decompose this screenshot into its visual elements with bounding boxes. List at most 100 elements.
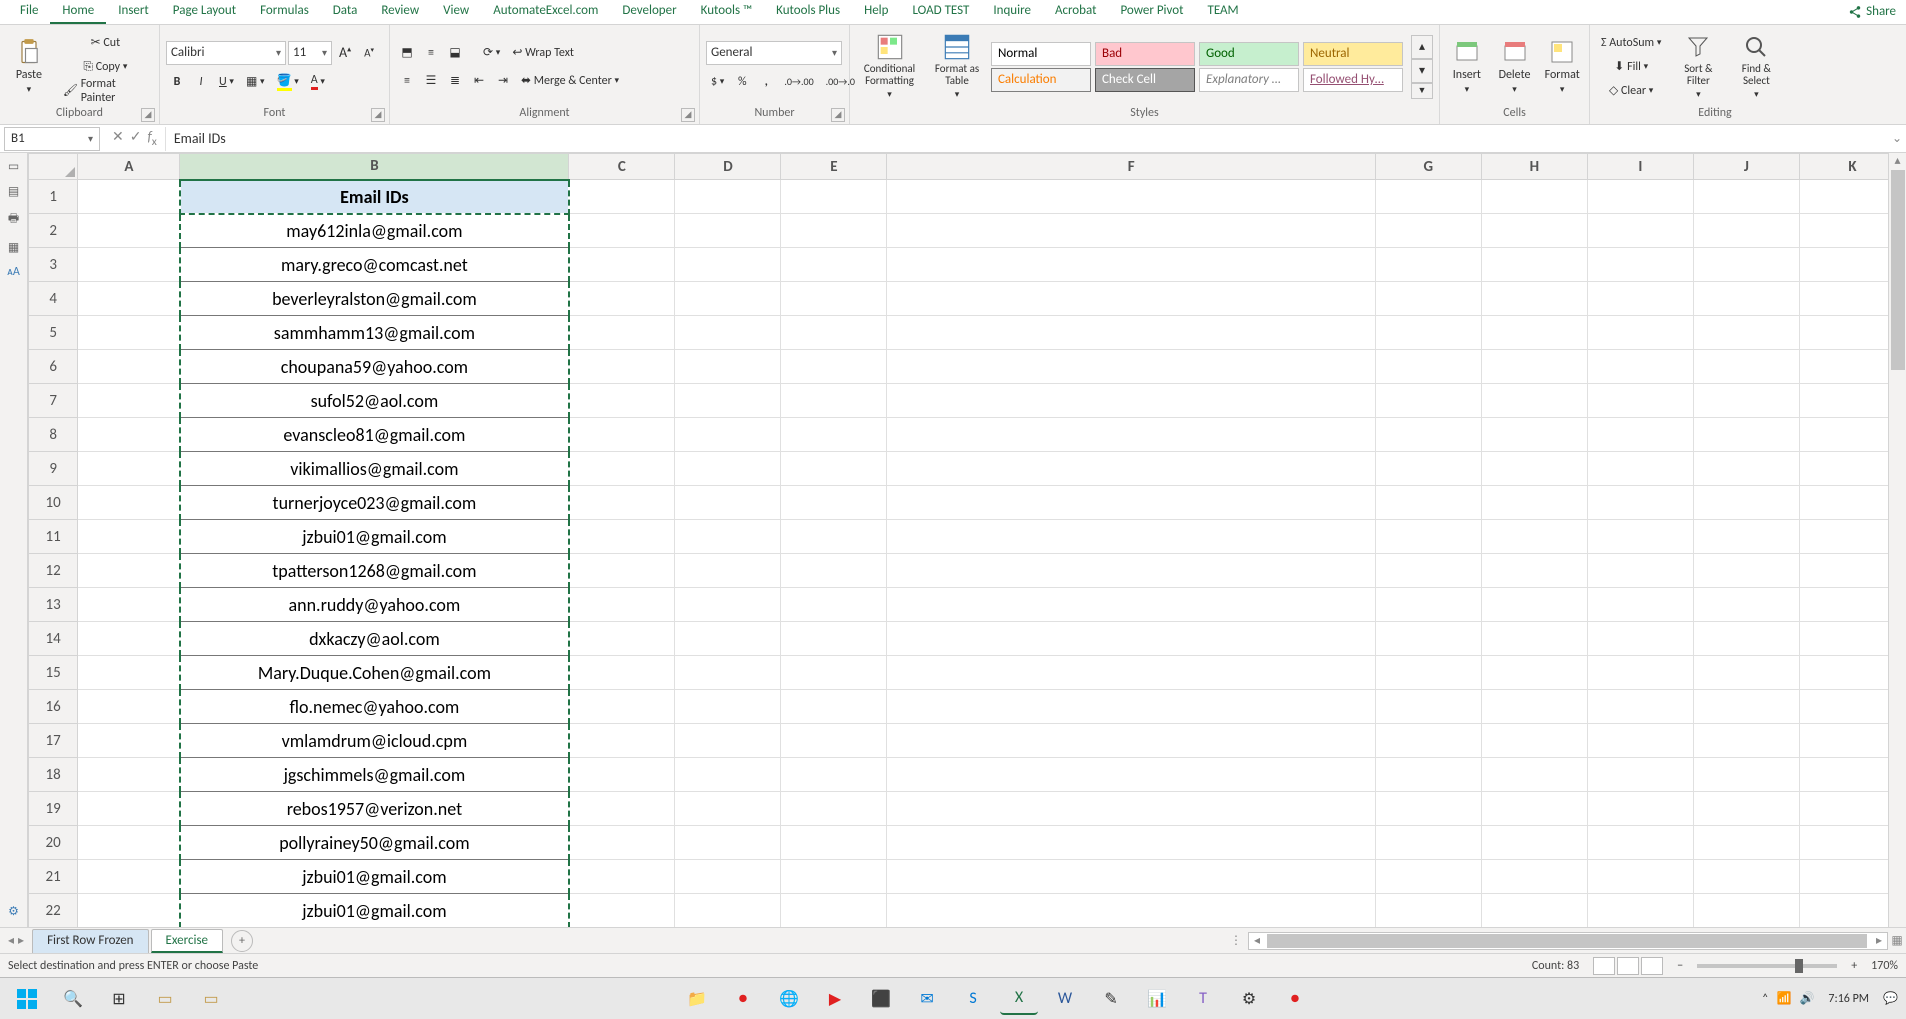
enter-formula-button[interactable]: ✓ (130, 128, 142, 149)
cell-G4[interactable] (1375, 282, 1481, 316)
rail-icon[interactable]: ▦ (8, 240, 19, 255)
column-header-G[interactable]: G (1375, 154, 1481, 180)
cell-F14[interactable] (887, 622, 1375, 656)
cell-F5[interactable] (887, 316, 1375, 350)
cell-C16[interactable] (569, 690, 675, 724)
taskbar-app[interactable]: ⚙ (1230, 983, 1268, 1015)
cell-H4[interactable] (1481, 282, 1587, 316)
sort-filter-button[interactable]: Sort & Filter▾ (1672, 31, 1724, 102)
row-header-17[interactable]: 17 (29, 724, 78, 758)
fill-button[interactable]: ⬇ Fill ▾ (1596, 56, 1666, 78)
align-top-button[interactable]: ⬒ (396, 42, 418, 64)
cell-I16[interactable] (1587, 690, 1693, 724)
cell-E3[interactable] (781, 248, 887, 282)
cell-F8[interactable] (887, 418, 1375, 452)
cell-C4[interactable] (569, 282, 675, 316)
align-right-button[interactable]: ≣ (444, 70, 466, 92)
row-header-19[interactable]: 19 (29, 792, 78, 826)
cell-H22[interactable] (1481, 894, 1587, 928)
add-sheet-button[interactable]: + (231, 930, 253, 952)
number-dialog-launcher[interactable]: ◢ (831, 108, 845, 122)
cell-C11[interactable] (569, 520, 675, 554)
cell-A21[interactable] (78, 860, 180, 894)
row-header-8[interactable]: 8 (29, 418, 78, 452)
row-header-3[interactable]: 3 (29, 248, 78, 282)
cell-E5[interactable] (781, 316, 887, 350)
cell-C19[interactable] (569, 792, 675, 826)
cell-A7[interactable] (78, 384, 180, 418)
format-cells-button[interactable]: Format▾ (1541, 36, 1583, 97)
cell-D5[interactable] (675, 316, 781, 350)
cell-G16[interactable] (1375, 690, 1481, 724)
cell-B7[interactable]: sufol52@aol.com (180, 384, 569, 418)
cell-G12[interactable] (1375, 554, 1481, 588)
cell-H16[interactable] (1481, 690, 1587, 724)
cell-C5[interactable] (569, 316, 675, 350)
cell-D16[interactable] (675, 690, 781, 724)
paste-button[interactable]: Paste ▾ (6, 36, 52, 97)
cell-I14[interactable] (1587, 622, 1693, 656)
cell-B10[interactable]: turnerjoyce023@gmail.com (180, 486, 569, 520)
cell-H5[interactable] (1481, 316, 1587, 350)
bold-button[interactable]: B (166, 71, 188, 93)
row-header-9[interactable]: 9 (29, 452, 78, 486)
ribbon-tab-file[interactable]: File (8, 0, 50, 24)
cell-J22[interactable] (1693, 894, 1799, 928)
cell-C21[interactable] (569, 860, 675, 894)
cell-style-calculation[interactable]: Calculation (991, 68, 1091, 92)
cell-D6[interactable] (675, 350, 781, 384)
cell-D20[interactable] (675, 826, 781, 860)
cell-D22[interactable] (675, 894, 781, 928)
cell-H8[interactable] (1481, 418, 1587, 452)
cell-A9[interactable] (78, 452, 180, 486)
row-header-15[interactable]: 15 (29, 656, 78, 690)
format-as-table-button[interactable]: Format as Table▾ (929, 31, 985, 102)
cell-F17[interactable] (887, 724, 1375, 758)
cell-I1[interactable] (1587, 180, 1693, 214)
cell-D8[interactable] (675, 418, 781, 452)
row-header-4[interactable]: 4 (29, 282, 78, 316)
cell-E15[interactable] (781, 656, 887, 690)
styles-scroll-up[interactable]: ▴ (1411, 35, 1433, 59)
cell-A22[interactable] (78, 894, 180, 928)
cell-D9[interactable] (675, 452, 781, 486)
rail-icon[interactable]: ᴀA (7, 265, 20, 279)
select-all-corner[interactable] (29, 154, 78, 180)
cell-A20[interactable] (78, 826, 180, 860)
font-dialog-launcher[interactable]: ◢ (371, 108, 385, 122)
cell-H2[interactable] (1481, 214, 1587, 248)
formula-bar[interactable]: Email IDs (165, 127, 1888, 151)
cell-B16[interactable]: flo.nemec@yahoo.com (180, 690, 569, 724)
rail-icon[interactable]: ▭ (8, 159, 19, 174)
cell-I4[interactable] (1587, 282, 1693, 316)
page-layout-view-button[interactable] (1617, 957, 1639, 975)
cell-I2[interactable] (1587, 214, 1693, 248)
cell-style-normal[interactable]: Normal (991, 42, 1091, 66)
taskbar-app[interactable]: T (1184, 983, 1222, 1015)
cell-E10[interactable] (781, 486, 887, 520)
cell-H17[interactable] (1481, 724, 1587, 758)
cell-D15[interactable] (675, 656, 781, 690)
cut-button[interactable]: ✂ Cut (58, 32, 153, 54)
clear-button[interactable]: ◇ Clear ▾ (1596, 80, 1666, 102)
cell-I21[interactable] (1587, 860, 1693, 894)
cell-H6[interactable] (1481, 350, 1587, 384)
cell-A5[interactable] (78, 316, 180, 350)
cell-A1[interactable] (78, 180, 180, 214)
cell-J5[interactable] (1693, 316, 1799, 350)
cell-C13[interactable] (569, 588, 675, 622)
cell-style-neutral[interactable]: Neutral (1303, 42, 1403, 66)
cell-F21[interactable] (887, 860, 1375, 894)
taskbar-app[interactable]: 📊 (1138, 983, 1176, 1015)
start-button[interactable] (8, 983, 46, 1015)
cell-F19[interactable] (887, 792, 1375, 826)
italic-button[interactable]: I (190, 71, 212, 93)
cell-D13[interactable] (675, 588, 781, 622)
ribbon-tab-inquire[interactable]: Inquire (981, 0, 1043, 24)
ribbon-tab-formulas[interactable]: Formulas (248, 0, 321, 24)
column-header-H[interactable]: H (1481, 154, 1587, 180)
cell-G1[interactable] (1375, 180, 1481, 214)
cell-C18[interactable] (569, 758, 675, 792)
cell-A8[interactable] (78, 418, 180, 452)
cell-E9[interactable] (781, 452, 887, 486)
